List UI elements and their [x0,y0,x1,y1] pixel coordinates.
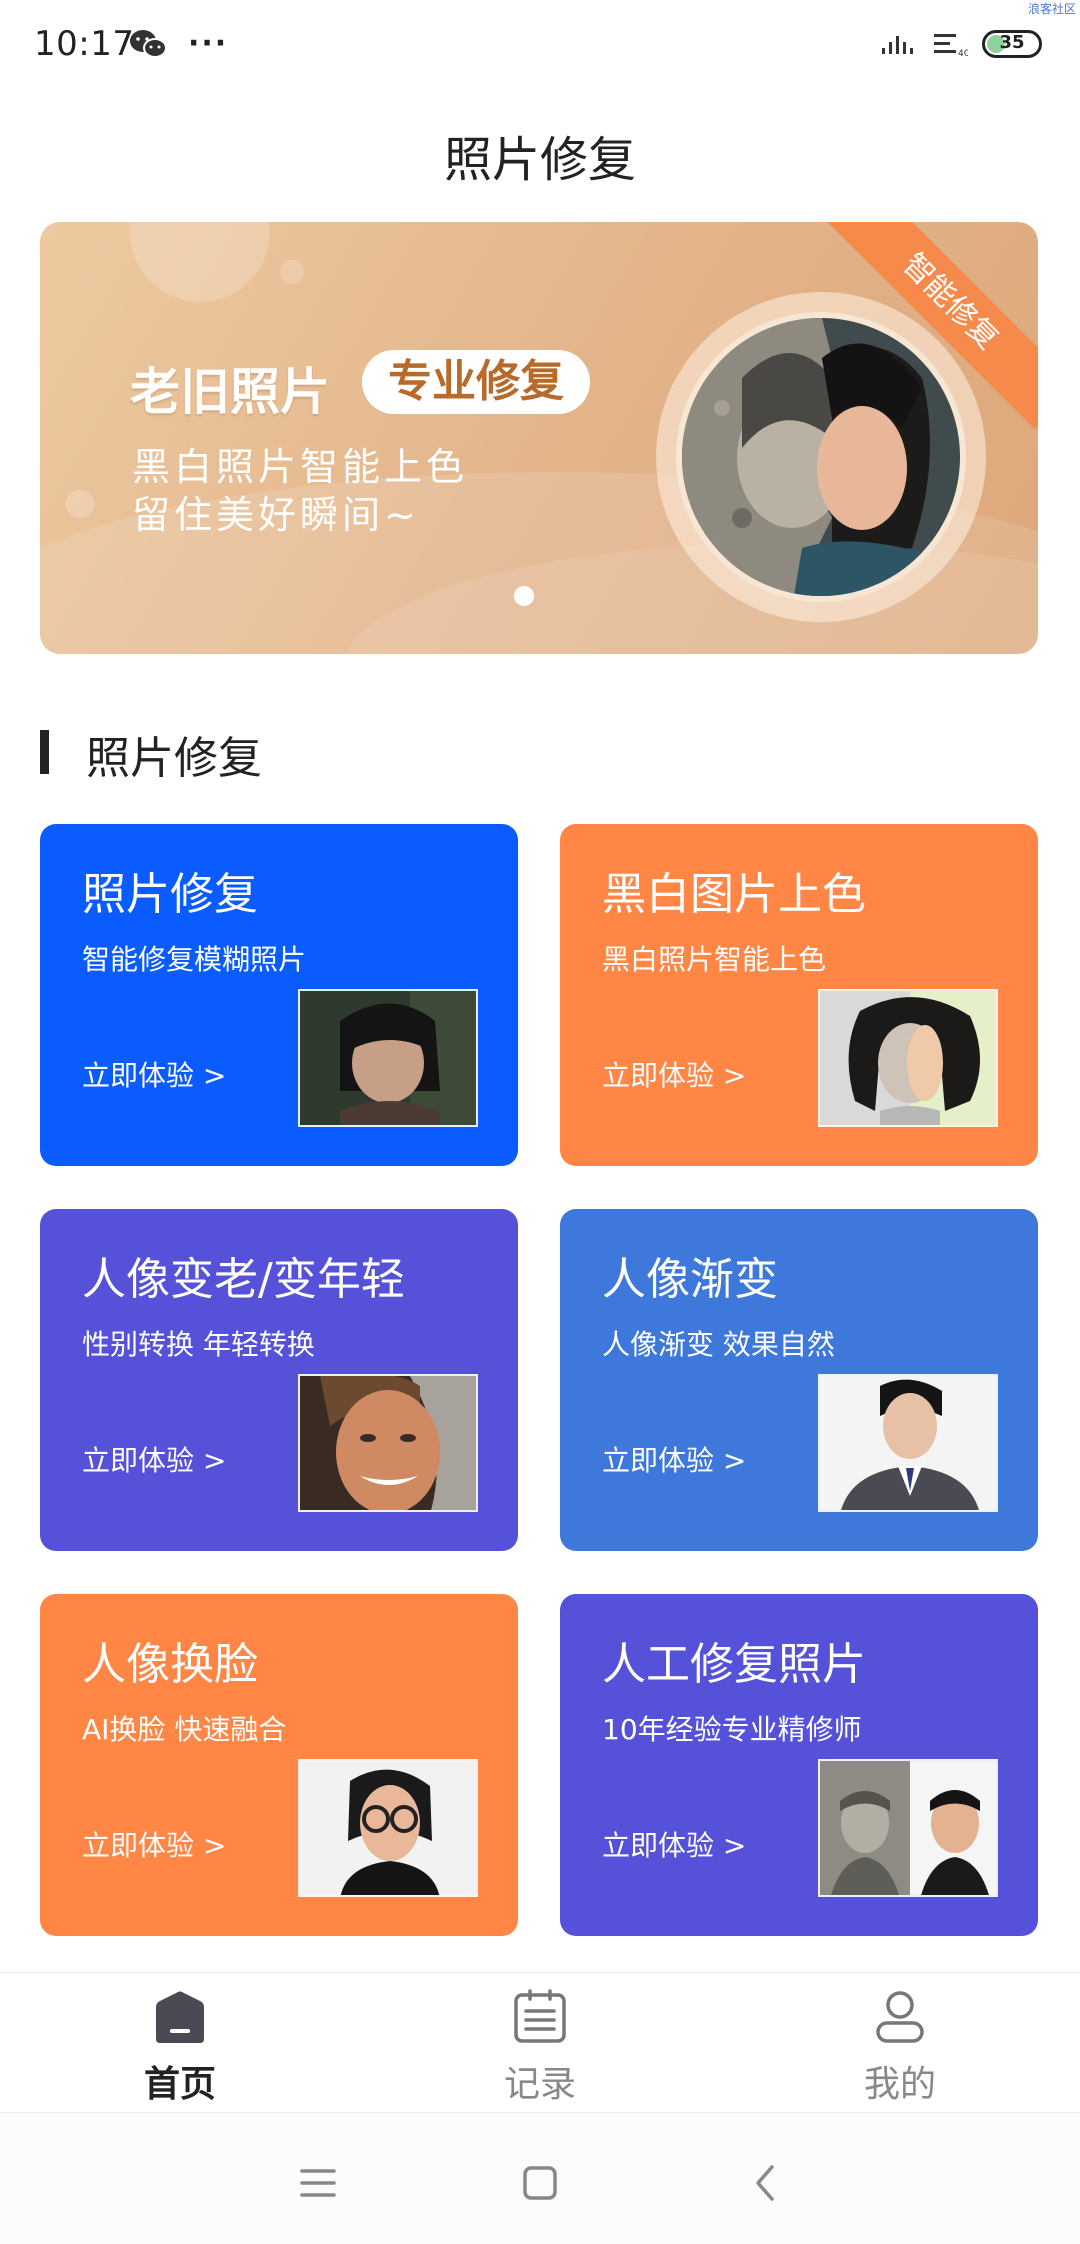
home-square-icon[interactable] [510,2153,570,2213]
battery-text: 35 [999,32,1025,53]
home-icon [156,1991,204,2043]
bottom-navigation: 首页 记录 我的 [0,1972,1080,2112]
more-notifications-icon: ··· [188,26,229,61]
card-title: 人像变老/变年轻 [82,1254,405,1305]
card-photo-repair[interactable]: 照片修复 智能修复模糊照片 立即体验 > [40,824,518,1166]
banner-line-2: 留住美好瞬间~ [132,493,420,537]
card-face-swap[interactable]: 人像换脸 AI换脸 快速融合 立即体验 > [40,1594,518,1936]
nav-label: 记录 [503,2064,576,2105]
network-icon: 4G [934,34,968,58]
card-manual-repair[interactable]: 人工修复照片 10年经验专业精修师 立即体验 > [560,1594,1038,1936]
status-bar: 10:17 ··· 4G 35 浪客社区 [0,0,1080,90]
promo-banner[interactable]: 老旧照片 专业修复 黑白照片智能上色 留住美好瞬间~ 智能修复 [40,222,1038,654]
card-subtitle: 智能修复模糊照片 [82,943,307,976]
card-subtitle: AI换脸 快速融合 [82,1713,287,1746]
before-after-portrait [676,312,966,602]
carousel-indicator[interactable] [514,586,534,606]
signal-icon [882,36,913,54]
try-now-link[interactable]: 立即体验 > [602,1824,746,1864]
before-after-man-image [820,1761,996,1895]
card-thumbnail [298,1759,478,1897]
card-subtitle: 10年经验专业精修师 [602,1713,862,1746]
try-now-link[interactable]: 立即体验 > [82,1054,226,1094]
banner-headline: 老旧照片 [130,363,330,421]
woman-portrait-image [820,991,996,1125]
try-now-link[interactable]: 立即体验 > [602,1054,746,1094]
section-title: 照片修复 [86,733,262,784]
card-subtitle: 人像渐变 效果自然 [602,1328,835,1361]
nav-label: 首页 [143,2064,216,2105]
man-portrait-image [820,1376,996,1510]
nav-item-home[interactable]: 首页 [80,1973,280,2113]
card-portrait-morph[interactable]: 人像渐变 人像渐变 效果自然 立即体验 > [560,1209,1038,1551]
screen: 10:17 ··· 4G 35 浪客社区 照片修复 老旧照片 专业修复 黑白照片… [0,0,1080,2244]
card-thumbnail [818,1759,998,1897]
card-thumbnail [298,1374,478,1512]
card-colorize[interactable]: 黑白图片上色 黑白照片智能上色 立即体验 > [560,824,1038,1166]
card-title: 黑白图片上色 [602,869,866,920]
nav-label: 我的 [863,2064,936,2105]
banner-bubble [130,222,270,302]
girl-portrait-image [300,991,476,1125]
back-icon[interactable] [736,2153,796,2213]
menu-icon[interactable] [288,2153,348,2213]
card-title: 人工修复照片 [602,1639,866,1690]
banner-bubble [66,490,94,518]
card-age-transform[interactable]: 人像变老/变年轻 性别转换 年轻转换 立即体验 > [40,1209,518,1551]
card-title: 人像换脸 [82,1639,258,1690]
banner-line-1: 黑白照片智能上色 [132,445,469,489]
page-title: 照片修复 [443,132,636,188]
card-title: 人像渐变 [602,1254,778,1305]
battery-indicator: 35 [982,30,1042,58]
wechat-icon [130,30,167,58]
watermark: 浪客社区 [1027,2,1076,16]
portrait-image [682,318,960,596]
card-title: 照片修复 [82,869,258,920]
aged-face-image [300,1376,476,1510]
try-now-link[interactable]: 立即体验 > [82,1824,226,1864]
status-time: 10:17 [34,24,135,64]
card-thumbnail [818,1374,998,1512]
nav-item-records[interactable]: 记录 [440,1973,640,2113]
try-now-link[interactable]: 立即体验 > [602,1439,746,1479]
profile-icon [876,1991,924,2043]
banner-tag: 专业修复 [362,350,590,414]
card-subtitle: 黑白照片智能上色 [602,943,827,976]
try-now-link[interactable]: 立即体验 > [82,1439,226,1479]
card-thumbnail [818,989,998,1127]
nav-item-profile[interactable]: 我的 [800,1973,1000,2113]
record-icon [514,1989,566,2043]
system-navigation-bar [0,2112,1080,2244]
section-accent-bar [40,730,49,774]
glasses-woman-image [300,1761,476,1895]
card-subtitle: 性别转换 年轻转换 [82,1328,315,1361]
card-thumbnail [298,989,478,1127]
svg-text:4G: 4G [958,49,968,58]
banner-bubble [280,260,304,284]
